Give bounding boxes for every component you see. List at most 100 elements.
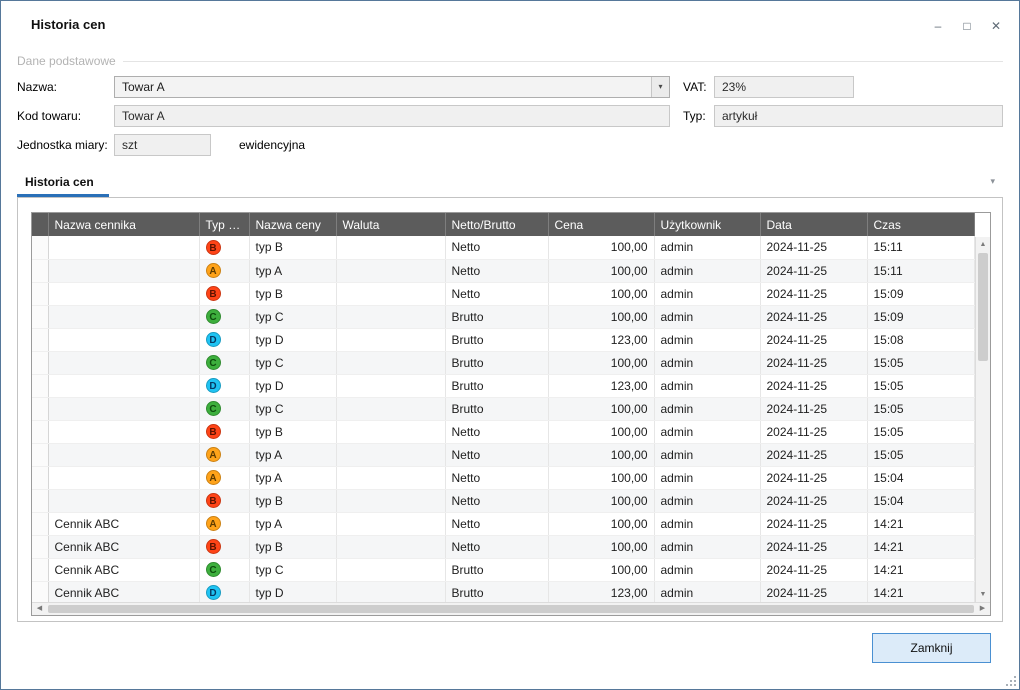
cell-netto-brutto: Netto <box>445 512 548 535</box>
grid-table: Nazwa cennika Typ c... Nazwa ceny Waluta… <box>32 213 975 605</box>
header-data[interactable]: Data <box>760 213 867 236</box>
cell-nazwa-ceny: typ B <box>249 489 336 512</box>
header-czas[interactable]: Czas <box>867 213 975 236</box>
table-row[interactable]: Ctyp CBrutto100,00admin2024-11-2515:05 <box>32 351 975 374</box>
cell-netto-brutto: Netto <box>445 236 548 259</box>
cell-waluta <box>336 558 445 581</box>
table-row[interactable]: Dtyp DBrutto123,00admin2024-11-2515:08 <box>32 328 975 351</box>
horizontal-scrollbar[interactable]: ◀ ▶ <box>32 602 990 615</box>
price-type-a-icon: A <box>206 263 221 278</box>
cell-cena: 100,00 <box>548 351 654 374</box>
cell-nazwa-ceny: typ B <box>249 535 336 558</box>
table-row[interactable]: Cennik ABCCtyp CBrutto100,00admin2024-11… <box>32 558 975 581</box>
header-cena[interactable]: Cena <box>548 213 654 236</box>
price-type-b-icon: B <box>206 240 221 255</box>
cell-netto-brutto: Brutto <box>445 305 548 328</box>
cell-uzytkownik: admin <box>654 397 760 420</box>
table-row[interactable]: Cennik ABCAtyp ANetto100,00admin2024-11-… <box>32 512 975 535</box>
cell-czas: 15:04 <box>867 466 975 489</box>
horizontal-scroll-thumb[interactable] <box>48 605 974 613</box>
table-row[interactable]: Btyp BNetto100,00admin2024-11-2515:04 <box>32 489 975 512</box>
cell-nazwa-cennika <box>48 489 199 512</box>
cell-waluta <box>336 581 445 604</box>
cell-netto-brutto: Brutto <box>445 558 548 581</box>
cell-waluta <box>336 535 445 558</box>
cell-data: 2024-11-25 <box>760 328 867 351</box>
minimize-icon[interactable]: – <box>931 19 945 33</box>
cell-data: 2024-11-25 <box>760 581 867 604</box>
cell-netto-brutto: Brutto <box>445 351 548 374</box>
table-row[interactable]: Atyp ANetto100,00admin2024-11-2515:11 <box>32 259 975 282</box>
cell-nazwa-cennika <box>48 328 199 351</box>
cell-nazwa-ceny: typ C <box>249 558 336 581</box>
cell-netto-brutto: Netto <box>445 443 548 466</box>
table-row[interactable]: Cennik ABCDtyp DBrutto123,00admin2024-11… <box>32 581 975 604</box>
cell-data: 2024-11-25 <box>760 489 867 512</box>
cell-czas: 15:05 <box>867 443 975 466</box>
cell-nazwa-cennika <box>48 282 199 305</box>
table-row[interactable]: Btyp BNetto100,00admin2024-11-2515:09 <box>32 282 975 305</box>
vertical-scrollbar[interactable]: ▲ ▼ <box>975 237 990 602</box>
table-row[interactable]: Btyp BNetto100,00admin2024-11-2515:11 <box>32 236 975 259</box>
cell-nazwa-cennika: Cennik ABC <box>48 512 199 535</box>
resize-grip[interactable] <box>1005 675 1016 686</box>
cell-waluta <box>336 397 445 420</box>
grid-header-row: Nazwa cennika Typ c... Nazwa ceny Waluta… <box>32 213 975 236</box>
scroll-down-icon[interactable]: ▼ <box>976 587 990 602</box>
nazwa-label: Nazwa: <box>17 80 114 94</box>
zamknij-button[interactable]: Zamknij <box>872 633 991 663</box>
kod-towaru-label: Kod towaru: <box>17 109 114 123</box>
jednostka-miary-field[interactable]: szt <box>114 134 211 156</box>
cell-nazwa-cennika <box>48 236 199 259</box>
scroll-up-icon[interactable]: ▲ <box>976 237 990 252</box>
vertical-scroll-thumb[interactable] <box>978 253 988 361</box>
scroll-left-icon[interactable]: ◀ <box>32 603 47 615</box>
row-indicator <box>32 282 48 305</box>
header-nazwa-cennika[interactable]: Nazwa cennika <box>48 213 199 236</box>
price-type-b-icon: B <box>206 539 221 554</box>
cell-data: 2024-11-25 <box>760 466 867 489</box>
nazwa-combobox[interactable]: Towar A ▾ <box>114 76 670 98</box>
cell-netto-brutto: Netto <box>445 466 548 489</box>
header-typ-ceny[interactable]: Typ c... <box>199 213 249 236</box>
header-uzytkownik[interactable]: Użytkownik <box>654 213 760 236</box>
cell-nazwa-cennika <box>48 259 199 282</box>
table-row[interactable]: Atyp ANetto100,00admin2024-11-2515:04 <box>32 466 975 489</box>
table-row[interactable]: Ctyp CBrutto100,00admin2024-11-2515:05 <box>32 397 975 420</box>
price-type-a-icon: A <box>206 470 221 485</box>
cell-typ-ceny: A <box>199 512 249 535</box>
header-nazwa-ceny[interactable]: Nazwa ceny <box>249 213 336 236</box>
maximize-icon[interactable]: □ <box>960 19 974 33</box>
cell-waluta <box>336 466 445 489</box>
cell-uzytkownik: admin <box>654 466 760 489</box>
header-netto-brutto[interactable]: Netto/Brutto <box>445 213 548 236</box>
table-row[interactable]: Btyp BNetto100,00admin2024-11-2515:05 <box>32 420 975 443</box>
chevron-down-icon[interactable]: ▾ <box>651 77 669 97</box>
table-row[interactable]: Dtyp DBrutto123,00admin2024-11-2515:05 <box>32 374 975 397</box>
close-icon[interactable]: ✕ <box>989 19 1003 33</box>
cell-data: 2024-11-25 <box>760 236 867 259</box>
tab-historia-cen[interactable]: Historia cen <box>17 168 109 197</box>
cell-typ-ceny: B <box>199 282 249 305</box>
cell-nazwa-ceny: typ D <box>249 581 336 604</box>
header-waluta[interactable]: Waluta <box>336 213 445 236</box>
row-indicator <box>32 512 48 535</box>
cell-nazwa-cennika <box>48 443 199 466</box>
row-indicator <box>32 397 48 420</box>
cell-data: 2024-11-25 <box>760 420 867 443</box>
tabstrip-chevron-down-icon[interactable]: ▾ <box>990 176 995 187</box>
table-row[interactable]: Atyp ANetto100,00admin2024-11-2515:05 <box>32 443 975 466</box>
cell-czas: 15:04 <box>867 489 975 512</box>
jednostka-miary-label: Jednostka miary: <box>17 138 114 152</box>
price-history-grid: Nazwa cennika Typ c... Nazwa ceny Waluta… <box>31 212 991 616</box>
group-divider <box>123 61 1003 62</box>
cell-nazwa-ceny: typ A <box>249 512 336 535</box>
cell-waluta <box>336 443 445 466</box>
cell-cena: 100,00 <box>548 236 654 259</box>
cell-waluta <box>336 420 445 443</box>
cell-typ-ceny: A <box>199 443 249 466</box>
table-row[interactable]: Ctyp CBrutto100,00admin2024-11-2515:09 <box>32 305 975 328</box>
scroll-right-icon[interactable]: ▶ <box>975 603 990 615</box>
table-row[interactable]: Cennik ABCBtyp BNetto100,00admin2024-11-… <box>32 535 975 558</box>
kod-towaru-field[interactable]: Towar A <box>114 105 670 127</box>
